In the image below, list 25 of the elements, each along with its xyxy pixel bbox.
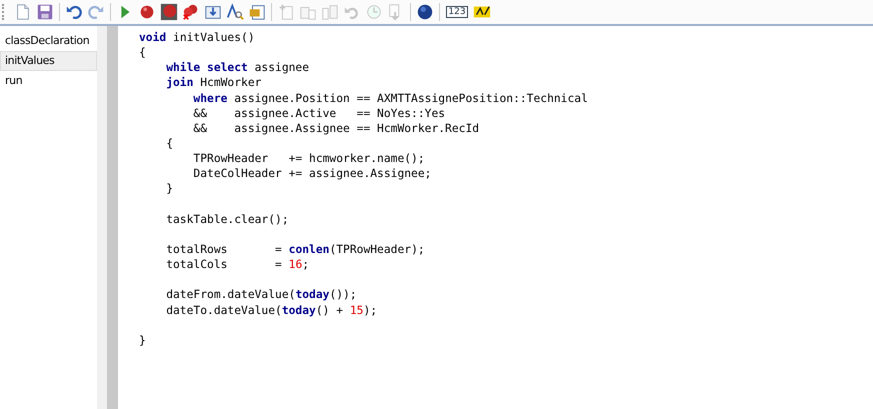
- code-line: DateColHeader += assignee.Assignee;: [192, 167, 432, 180]
- method-list-item[interactable]: classDeclaration: [0, 31, 97, 51]
- code-line: while select assignee: [165, 61, 310, 74]
- code-line: totalRows = conlen(TPRowHeader);: [165, 242, 425, 256]
- code-line: void initValues(): [139, 31, 255, 44]
- code-line: {: [139, 46, 146, 60]
- code-line: && assignee.Assignee == HcmWorker.RecId: [192, 122, 480, 135]
- code-line: && assignee.Active == NoYes::Yes: [192, 106, 446, 120]
- breakpoint-icon[interactable]: [159, 2, 179, 22]
- code-line: join HcmWorker: [165, 76, 262, 90]
- code-line: dateTo.dateValue(today() + 15);: [165, 304, 378, 317]
- counter-button[interactable]: 123: [446, 6, 468, 18]
- code-line: taskTable.clear();: [165, 212, 289, 226]
- code-line: where assignee.Position == AXMTTAssignePosition::Technical: [192, 92, 588, 105]
- code-line: }: [139, 334, 146, 347]
- method-list-item[interactable]: initValues: [0, 51, 97, 71]
- code-line: }: [165, 182, 174, 196]
- find-icon[interactable]: [225, 2, 245, 22]
- help-icon[interactable]: [415, 2, 435, 22]
- code-line: {: [165, 136, 174, 150]
- save-icon[interactable]: [35, 2, 55, 22]
- method-list-item[interactable]: run: [0, 71, 97, 91]
- code-line: totalCols = 16;: [165, 258, 310, 272]
- code-line: TPRowHeader += hcmworker.name();: [192, 152, 425, 166]
- code-line: dateFrom.dateValue(today());: [165, 288, 357, 302]
